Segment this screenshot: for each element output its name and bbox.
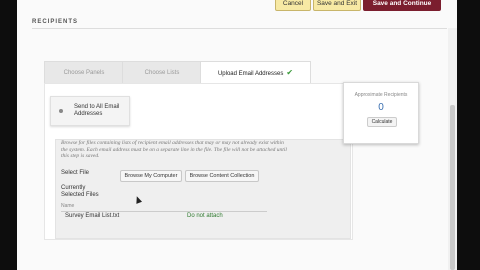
save-and-continue-button[interactable]: Save and Continue [363, 0, 441, 11]
recipient-count: 0 [378, 102, 384, 113]
files-table-header: Name [61, 203, 267, 212]
select-file-label: Select File [61, 170, 90, 176]
radio-button[interactable] [59, 109, 63, 113]
send-to-all-label: Send to All Email Addresses [74, 104, 120, 117]
browse-my-computer-button[interactable]: Browse My Computer [120, 170, 182, 182]
scrollbar-thumb[interactable] [450, 105, 455, 270]
calculate-button[interactable]: Calculate [367, 117, 397, 127]
name-column-header: Name [61, 203, 75, 209]
section-divider [32, 28, 447, 29]
top-action-bar: Cancel Save and Exit Save and Continue [17, 0, 457, 11]
send-to-all-option[interactable]: Send to All Email Addresses [50, 96, 130, 126]
tab-choose-panels[interactable]: Choose Panels [44, 61, 124, 85]
page-frame: Cancel Save and Exit Save and Continue R… [17, 0, 457, 270]
tab-upload-email-addresses[interactable]: Upload Email Addresses ✔ [200, 61, 311, 85]
browse-content-collection-button[interactable]: Browse Content Collection [185, 170, 259, 182]
checkmark-icon: ✔ [286, 68, 294, 77]
recipient-tabs: Choose Panels Choose Lists Upload Email … [44, 61, 329, 85]
cancel-button[interactable]: Cancel [275, 0, 311, 11]
file-name: Survey Email List.txt [65, 213, 120, 219]
approximate-recipients-popover: Approximate Recipients 0 Calculate [343, 82, 419, 144]
tab-choose-lists[interactable]: Choose Lists [122, 61, 202, 85]
save-and-exit-button[interactable]: Save and Exit [313, 0, 361, 11]
section-title: RECIPIENTS [32, 19, 79, 25]
table-row: Survey Email List.txt Do not attach [61, 213, 267, 222]
do-not-attach-link[interactable]: Do not attach [187, 213, 223, 219]
popover-title: Approximate Recipients [354, 92, 408, 98]
currently-selected-files-label: Currently Selected Files [61, 185, 99, 198]
upload-description: Browse for files containing lists of rec… [61, 140, 287, 159]
tab-upload-label: Upload Email Addresses [217, 71, 284, 77]
